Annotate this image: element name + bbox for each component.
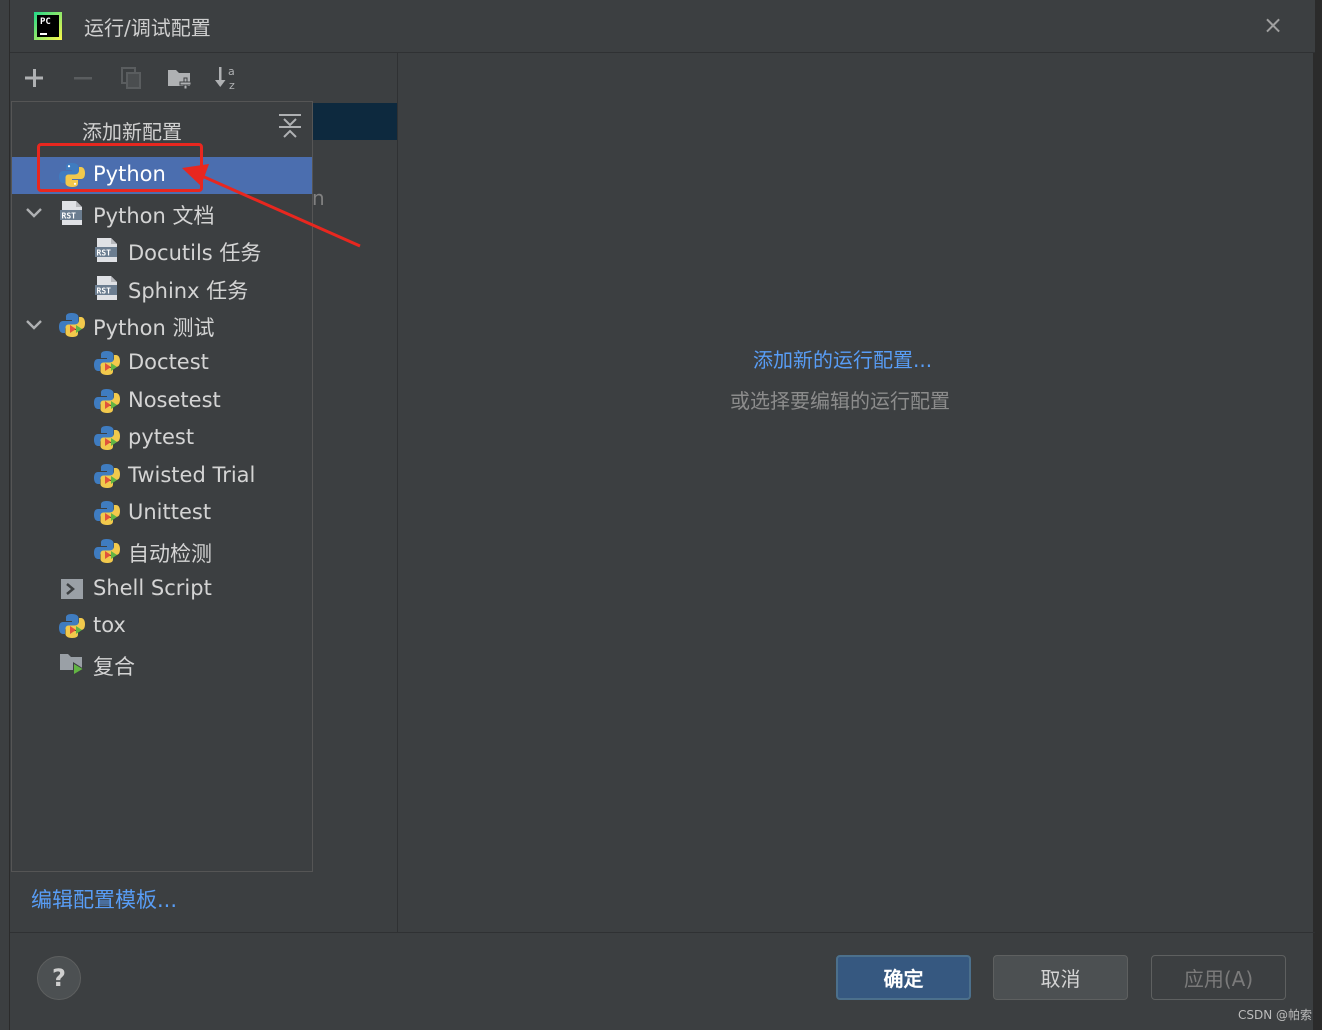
config-type-item[interactable]: RST Sphinx 任务 [12, 270, 312, 307]
python-test-icon [58, 311, 86, 339]
config-type-label: Python 测试 [93, 316, 215, 341]
compound-icon [58, 650, 86, 678]
toolbar: az [10, 56, 398, 100]
config-type-label: Sphinx 任务 [128, 278, 249, 303]
config-type-item[interactable]: Nosetest [12, 383, 312, 420]
collapse-all-icon[interactable] [278, 112, 302, 140]
window-title: 运行/调试配置 [84, 16, 211, 40]
popup-header: 添加新配置 [82, 120, 182, 144]
pycharm-logo-icon: PC [34, 12, 62, 40]
background-window-edge-right [1314, 0, 1322, 1030]
cancel-button[interactable]: 取消 [993, 955, 1128, 1000]
tree-selected-row [312, 103, 397, 140]
config-type-item[interactable]: RST Docutils 任务 [12, 232, 312, 269]
edit-configuration-templates-link[interactable]: 编辑配置模板... [31, 884, 177, 914]
config-type-label: Doctest [128, 350, 209, 374]
run-debug-config-dialog: PC 运行/调试配置 × az n 添加新配置 Python RST Python … [9, 0, 1315, 1030]
remove-icon[interactable] [67, 62, 99, 94]
python-test-icon [58, 612, 86, 640]
config-type-label: Unittest [128, 500, 212, 525]
svg-text:RST: RST [97, 286, 112, 295]
svg-text:RST: RST [62, 211, 77, 220]
python-test-icon [93, 462, 121, 490]
config-type-item[interactable]: Twisted Trial [12, 458, 312, 495]
python-test-icon [93, 424, 121, 452]
config-type-label: pytest [128, 425, 195, 450]
add-new-run-config-link[interactable]: 添加新的运行配置... [753, 344, 932, 373]
config-type-item[interactable]: RST Python 文档 [12, 195, 312, 232]
panel-divider[interactable] [397, 53, 398, 932]
config-type-item[interactable]: Unittest [12, 495, 312, 532]
ok-button[interactable]: 确定 [836, 955, 971, 1000]
config-type-item[interactable]: Shell Script [12, 571, 312, 608]
config-type-item[interactable]: 复合 [12, 646, 312, 683]
config-type-label: Python 文档 [93, 203, 215, 228]
copy-icon[interactable] [115, 62, 147, 94]
new-folder-icon[interactable] [164, 62, 196, 94]
background-text-fragment: n [312, 186, 325, 210]
svg-text:a: a [228, 65, 235, 78]
svg-text:z: z [229, 79, 235, 92]
config-type-label: Docutils 任务 [128, 241, 262, 266]
python-test-icon [93, 537, 121, 565]
config-type-label: 复合 [93, 654, 135, 679]
config-type-label: tox [93, 613, 126, 638]
rst-icon: RST [93, 236, 121, 264]
config-type-item[interactable]: pytest [12, 420, 312, 457]
python-test-icon [93, 387, 121, 415]
add-new-configuration-popup: 添加新配置 Python RST Python 文档 RST Docutils 任务 RS… [11, 101, 313, 872]
add-icon[interactable] [18, 62, 50, 94]
apply-button[interactable]: 应用(A) [1151, 955, 1286, 1000]
sort-icon[interactable]: az [212, 62, 244, 94]
empty-state-hint: 或选择要编辑的运行配置 [730, 389, 950, 413]
footer-divider [10, 932, 1315, 933]
title-bar: PC 运行/调试配置 × [10, 0, 1315, 53]
config-type-item[interactable]: tox [12, 608, 312, 645]
config-type-label: Shell Script [93, 575, 212, 600]
chevron-down-icon[interactable] [24, 315, 44, 335]
chevron-down-icon[interactable] [24, 203, 44, 223]
python-test-icon [93, 349, 121, 377]
shell-icon [58, 575, 86, 603]
config-type-label: Twisted Trial [128, 462, 256, 487]
config-type-item[interactable]: Doctest [12, 345, 312, 382]
watermark: CSDN @帕索 [1238, 1008, 1313, 1022]
config-type-label: Nosetest [128, 387, 221, 412]
rst-icon: RST [58, 199, 86, 227]
background-window-edge [0, 0, 9, 1030]
config-type-label: 自动检测 [128, 542, 212, 566]
close-icon[interactable]: × [1260, 12, 1286, 38]
help-button[interactable]: ? [37, 956, 81, 1000]
svg-text:RST: RST [97, 249, 112, 258]
config-type-item[interactable]: Python 测试 [12, 307, 312, 344]
python-test-icon [93, 499, 121, 527]
rst-icon: RST [93, 274, 121, 302]
annotation-highlight-box [37, 143, 203, 192]
config-type-item[interactable]: 自动检测 [12, 533, 312, 570]
